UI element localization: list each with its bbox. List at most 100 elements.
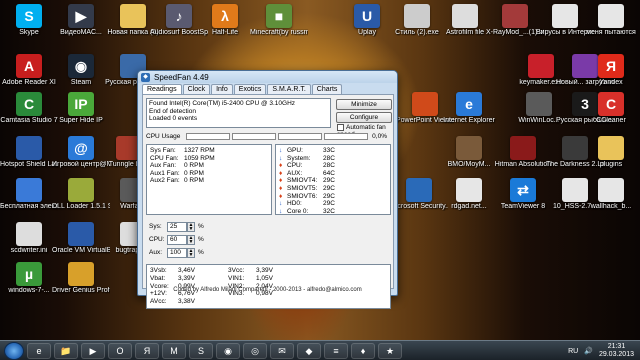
desktop-icon[interactable]: Driver Genius Professiona... [52,262,110,295]
voltage-name: 3Vsb: [150,267,167,274]
desktop-icon-label: BMO/MoyM... [447,161,491,168]
language-indicator[interactable]: RU [568,348,578,355]
taskbar-app-button[interactable]: ▶ [81,342,105,359]
speed-input[interactable]: 60 [167,234,187,245]
temp-name: AUX: [287,169,303,177]
desktop-icon[interactable]: ■Minecraft(by russminecr... [250,4,308,37]
temp-row: ♦ SMIOVT4: 29C [279,177,387,185]
voltage-value: 1,05V [256,274,273,282]
taskbar-app-button[interactable]: M [162,342,186,359]
desktop-icon-image: ⇄ [510,178,536,202]
fan-row: Aux2 Fan: 0 RPM [150,177,268,185]
fan-row: Aux Fan: 0 RPM [150,162,268,170]
desktop-icon-label: scdwriter.ini [10,247,48,254]
flame-icon: ♦ [279,162,283,170]
desktop-icon[interactable]: Oracle VM VirtualBox [52,222,110,255]
desktop-icon[interactable]: ▶ ВидеоМАС... [52,4,110,37]
desktop-icon[interactable]: plugins [582,136,640,169]
taskbar-app-button[interactable]: Я [135,342,159,359]
desktop-icon[interactable]: rdgad.net... [440,178,498,211]
spin-arrows-icon[interactable]: ▲ ▼ [187,234,195,245]
desktop-icon-image: ◉ [68,54,94,78]
temp-row: ↓ GPU: 33C [279,147,387,155]
temp-name: GPU: [287,147,303,154]
desktop-icon-label: Yandex [599,79,623,86]
tab-smart[interactable]: S.M.A.R.T. [267,84,311,94]
spin-arrows-icon[interactable]: ▲ ▼ [187,247,195,258]
detection-log[interactable]: Found Intel(R) Core(TM) i5-2400 CPU @ 3.… [146,98,331,128]
temp-name: SMIOVT5: [287,184,318,192]
speed-input[interactable]: 25 [167,221,187,232]
tab-charts[interactable]: Charts [311,84,343,94]
desktop-icon[interactable]: Hitman Absolution [494,136,552,169]
taskbar-app-button[interactable]: e [27,342,51,359]
speed-input[interactable]: 100 [167,247,187,258]
desktop-icon[interactable]: C Camtasia Studio 7 [0,92,58,125]
desktop-icon-label: Super Hide IP [59,117,103,124]
voltage-name: VIN1: [228,274,245,282]
desktop-icon-label: Driver Genius Professiona... [52,287,110,294]
flame-icon: ♦ [279,169,283,177]
taskbar-app-button[interactable]: ◉ [216,342,240,359]
tab-info[interactable]: Info [211,84,233,94]
clock[interactable]: 21:31 29.03.2013 [599,343,634,359]
desktop-icon[interactable]: меня пытаются [582,4,640,37]
configure-button[interactable]: Configure [336,112,392,123]
speedfan-window[interactable]: ◆ SpeedFan 4.49 Readings Clock Info Exot… [137,70,398,309]
desktop-icon[interactable]: wallhack_b... [582,178,640,211]
checkbox-box[interactable] [337,124,344,131]
taskbar-app-button[interactable]: ◎ [243,342,267,359]
desktop-icon[interactable]: Hotspot Shield Launch [0,136,58,169]
desktop-icon[interactable]: e Internet Explorer [440,92,498,125]
desktop-icon[interactable]: S Skype [0,4,58,37]
window-titlebar[interactable]: ◆ SpeedFan 4.49 [138,71,397,83]
desktop-icon-image [16,136,42,160]
minimize-button[interactable]: Minimize [336,99,392,110]
desktop-icon-label: меня пытаются [586,29,636,36]
taskbar-app-button[interactable]: ≡ [324,342,348,359]
fan-speed-stepper[interactable]: Aux: 100 ▲ ▼% [149,247,204,258]
desktop-icon[interactable]: DLL Loader 1.5.1 Special... [52,178,110,211]
taskbar-app-button[interactable]: 📁 [54,342,78,359]
taskbar-app-button[interactable]: ✉ [270,342,294,359]
desktop-icon[interactable]: Я Yandex [582,54,640,87]
desktop-icon-image [598,4,624,28]
start-button[interactable] [4,341,24,360]
fan-speed-stepper[interactable]: CPU: 60 ▲ ▼% [149,234,204,245]
temp-row: ↓ System: 28C [279,155,387,163]
volume-icon[interactable]: 🔊 [584,347,593,355]
tab-clock[interactable]: Clock [182,84,211,94]
speedfan-app-icon: ◆ [141,72,150,82]
temp-name: SMIOVT6: [287,192,318,200]
desktop-icon[interactable]: ⇄ TeamViewer 8 [494,178,552,211]
desktop-icon[interactable]: λ Half-Life [196,4,254,37]
desktop-icon[interactable]: BMO/MoyM... [440,136,498,169]
desktop-icon[interactable]: C CCleaner [582,92,640,125]
fan-value: 1059 RPM [184,154,215,162]
fan-row: CPU Fan: 1059 RPM [150,155,268,163]
desktop-icon-label: CCleaner [596,117,626,124]
temp-value: 64C [323,169,335,177]
desktop-icon[interactable]: ◉ Steam [52,54,110,87]
taskbar-app-button[interactable]: S [189,342,213,359]
taskbar-app-button[interactable]: ★ [378,342,402,359]
tab-exotics[interactable]: Exotics [233,84,267,94]
desktop-icon[interactable]: A Adobe Reader XI [0,54,58,87]
desktop-icon-image: A [16,54,42,78]
taskbar-app-button[interactable]: ◆ [297,342,321,359]
voltage-row: 3Vcc: 3,39V [228,267,306,275]
desktop-icon[interactable]: µ windows-7-... [0,262,58,295]
desktop-icon-image [16,222,42,246]
desktop-icon[interactable]: Бесплатная электронн... [0,178,58,211]
desktop-icon[interactable]: scdwriter.ini [0,222,58,255]
desktop-icon-image [510,136,536,160]
spin-arrows-icon[interactable]: ▲ ▼ [187,221,195,232]
arrow-down-icon: ↓ [279,154,283,162]
taskbar-app-button[interactable]: O [108,342,132,359]
desktop-icon-image [528,54,554,78]
desktop-icon-image [598,136,624,160]
taskbar-app-button[interactable]: ♦ [351,342,375,359]
desktop-icon[interactable]: IP Super Hide IP [52,92,110,125]
fan-speed-stepper[interactable]: Sys: 25 ▲ ▼% [149,221,204,232]
desktop-icon-label: Бесплатная электронн... [0,203,58,210]
